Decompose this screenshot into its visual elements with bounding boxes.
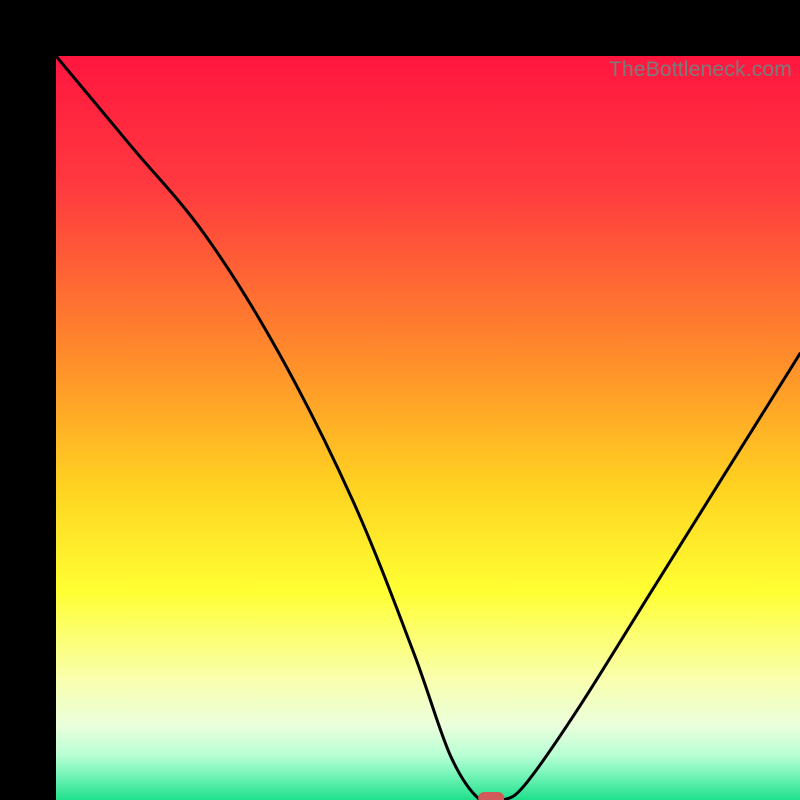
gradient-background <box>56 56 800 800</box>
optimal-marker <box>478 792 504 800</box>
chart-frame: TheBottleneck.com <box>0 0 800 800</box>
watermark-label: TheBottleneck.com <box>609 58 792 82</box>
plot-area: TheBottleneck.com <box>56 56 800 800</box>
bottleneck-chart <box>56 56 800 800</box>
